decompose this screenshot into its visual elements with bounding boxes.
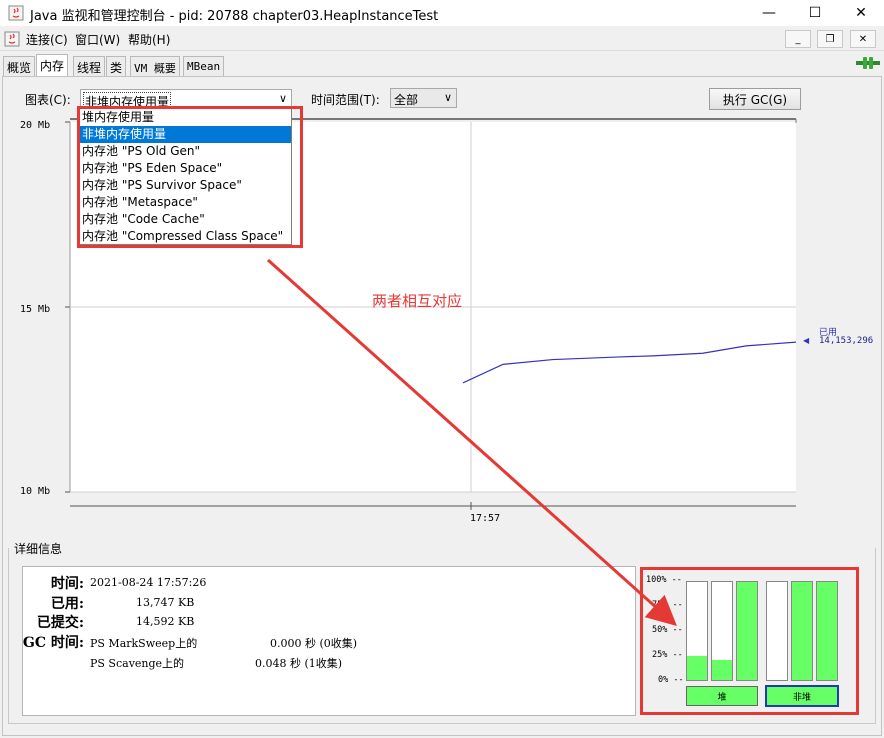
annotation-arrow-line bbox=[266, 258, 677, 627]
annotation-arrow bbox=[266, 258, 677, 627]
